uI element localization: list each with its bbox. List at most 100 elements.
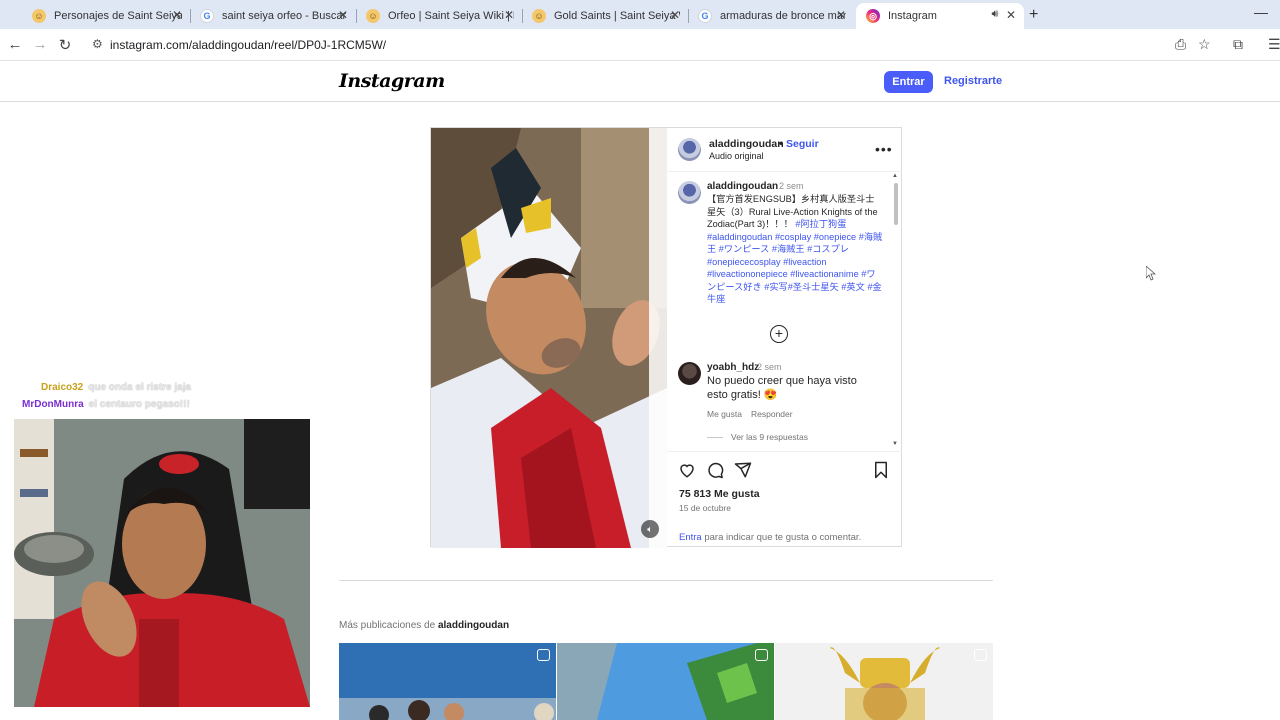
save-bookmark-icon[interactable] [872,461,890,479]
caption-text: 【官方首发ENGSUB】乡村真人版圣斗士星矢（3）Rural Live-Acti… [707,193,883,306]
chat-username: MrDonMunra [22,399,84,410]
site-info-icon[interactable]: ⚙ [92,37,103,51]
avatar[interactable] [678,138,701,161]
browser-tab[interactable]: ☺ Gold Saints | Saint Seiya Wiki | F ✕ [522,3,688,29]
chat-message: MrDonMunra el centauro pegaso!!! [22,399,190,410]
close-icon[interactable]: ✕ [502,8,516,22]
separator-dot: • [779,138,783,150]
browser-tab-active[interactable]: ◎ Instagram 🔊︎ ✕ [856,3,1024,29]
browser-toolbar: ← → ↻ ⚙ instagram.com/aladdingoudan/reel… [0,29,1280,61]
reel-video-frame [431,128,667,548]
grid-thumbnail [557,643,774,720]
chat-text: que onda el ristre jaja [88,382,192,393]
close-icon[interactable]: ✕ [170,8,184,22]
more-posts-grid [339,643,993,720]
close-icon[interactable]: ✕ [1004,8,1018,22]
tab-title: armaduras de bronce manga - G [720,10,846,22]
view-replies-button[interactable]: Ver las 9 respuestas [731,432,808,442]
smiley-favicon-icon: ☺ [32,9,46,23]
tab-title: saint seiya orfeo - Buscar con G [222,10,348,22]
chat-text: el centauro pegaso!!! [88,399,190,410]
close-icon[interactable]: ✕ [834,8,848,22]
reel-icon [537,649,550,661]
more-posts-prefix: Más publicaciones de [339,620,438,631]
more-options-icon[interactable]: ••• [875,141,893,157]
smiley-favicon-icon: ☺ [366,9,380,23]
forward-icon[interactable]: → [31,36,49,53]
follow-button[interactable]: Seguir [786,138,819,150]
caption-username[interactable]: aladdingoudan [707,181,778,192]
comment-text: No puedo creer que haya visto esto grati… [707,375,857,401]
section-divider [339,580,993,581]
mute-icon[interactable]: 🔈︎ [641,520,659,538]
scrollbar[interactable]: ▲ ▼ [892,173,900,450]
post-sidebar: aladdingoudan • Seguir Audio original ••… [667,128,902,548]
chat-message: Draico32 que onda el ristre jaja [41,382,191,393]
grid-thumbnail [775,643,993,720]
post-author-header: aladdingoudan • Seguir Audio original ••… [667,128,902,172]
scroll-down-icon[interactable]: ▼ [892,441,898,447]
post-date: 15 de octubre [679,503,731,513]
url-text: instagram.com/aladdingoudan/reel/DP0J-1R… [110,38,387,52]
grid-post[interactable] [339,643,556,720]
google-favicon-icon: G [200,9,214,23]
webcam-frame [14,419,310,707]
author-username[interactable]: aladdingoudan [709,138,784,150]
reel-icon [755,649,768,661]
more-posts-title: Más publicaciones de aladdingoudan [339,620,509,631]
browser-tab[interactable]: G armaduras de bronce manga - G ✕ [688,3,854,29]
scrollbar-thumb[interactable] [894,183,898,225]
comment-icon[interactable] [706,461,724,479]
share-icon[interactable] [734,461,752,479]
reel-video[interactable]: 🔈︎ [431,128,667,548]
caption-time: 2 sem [779,181,804,191]
tab-title: Orfeo | Saint Seiya Wiki | Fando [388,10,514,22]
signup-link[interactable]: Registrarte [944,75,1002,87]
tab-title: Personajes de Saint Seiya: La ar [54,10,182,22]
like-heart-icon[interactable] [678,461,696,479]
mouse-cursor-icon [1146,266,1156,281]
replies-line [707,437,723,438]
close-icon[interactable]: ✕ [668,8,682,22]
bookmark-star-icon[interactable]: ☆ [1198,36,1211,53]
avatar[interactable] [678,181,701,204]
grid-thumbnail [339,643,556,720]
comment-username[interactable]: yoabh_hdz [707,362,759,373]
instagram-logo[interactable]: Instagram [339,70,445,92]
browser-tab[interactable]: ☺ Orfeo | Saint Seiya Wiki | Fando ✕ [356,3,522,29]
address-bar[interactable]: ⚙ instagram.com/aladdingoudan/reel/DP0J-… [84,32,1224,58]
reel-icon [974,649,987,661]
browser-tab[interactable]: G saint seiya orfeo - Buscar con G ✕ [190,3,356,29]
caption-body: 【官方首发ENGSUB】乡村真人版圣斗士星矢（3）Rural Live-Acti… [707,194,878,229]
comment-time: 2 sem [757,362,782,372]
comments-panel[interactable]: aladdingoudan 2 sem 【官方首发ENGSUB】乡村真人版圣斗士… [667,173,902,450]
more-posts-username[interactable]: aladdingoudan [438,620,509,631]
install-app-icon[interactable]: ⎙ [1175,36,1186,53]
minimize-icon[interactable]: — [1254,4,1268,20]
new-tab-icon[interactable]: + [1029,6,1038,24]
avatar[interactable] [678,362,701,385]
extensions-icon[interactable]: ⧉ [1233,36,1243,53]
grid-post[interactable] [557,643,774,720]
instagram-favicon-icon: ◎ [866,9,880,23]
like-count[interactable]: 75 813 Me gusta [679,488,760,500]
streamer-webcam [14,419,310,707]
browser-tab[interactable]: ☺ Personajes de Saint Seiya: La ar ✕ [22,3,190,29]
caption-hashtags[interactable]: #阿拉丁狗蛋 #aladdingoudan #cosplay #onepiece… [707,219,882,304]
login-link[interactable]: Entra [679,532,702,543]
google-favicon-icon: G [698,9,712,23]
grid-post[interactable] [775,643,993,720]
instagram-header: Instagram Entrar Registrarte [0,61,1280,102]
load-more-comments-icon[interactable]: + [770,325,788,343]
login-button[interactable]: Entrar [884,71,933,93]
speaker-icon[interactable]: 🔊︎ [988,8,1002,21]
close-icon[interactable]: ✕ [336,8,350,22]
comment-like-button[interactable]: Me gusta [707,409,742,419]
reload-icon[interactable]: ↻ [56,36,74,54]
back-icon[interactable]: ← [6,36,24,53]
comment-reply-button[interactable]: Responder [751,409,793,419]
audio-label[interactable]: Audio original [709,151,764,161]
scroll-up-icon[interactable]: ▲ [892,173,898,179]
post-actions: 75 813 Me gusta 15 de octubre Entra para… [667,451,902,548]
menu-icon[interactable]: ☰ [1268,36,1280,53]
